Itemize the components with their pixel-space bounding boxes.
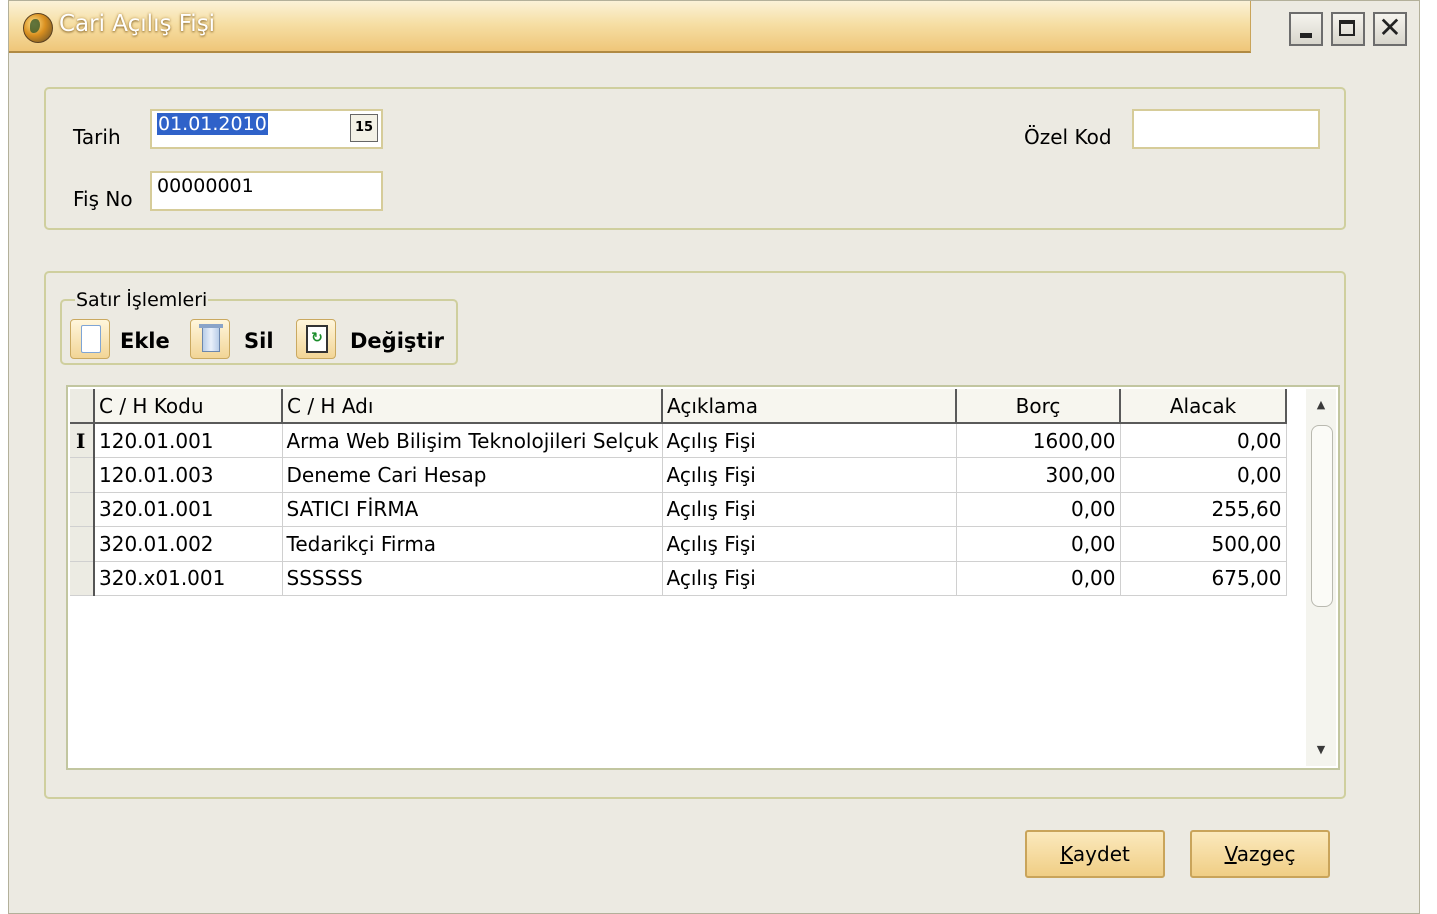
cell-kod[interactable]: 320.01.002	[94, 526, 283, 562]
cell-borc[interactable]: 0,00	[956, 526, 1121, 562]
column-header-aciklama[interactable]: Açıklama	[662, 389, 957, 424]
cell-ad[interactable]: Arma Web Bilişim Teknolojileri Selçuk Nu	[282, 423, 663, 458]
cell-aciklama[interactable]: Açılış Fişi	[662, 423, 957, 458]
table-row[interactable]: I 120.01.001 Arma Web Bilişim Teknolojil…	[70, 423, 1287, 458]
text-cursor-icon: I	[76, 428, 86, 453]
edit-document-icon: ↻	[296, 319, 336, 359]
cell-alacak[interactable]: 255,60	[1120, 492, 1287, 527]
cell-alacak[interactable]: 0,00	[1120, 423, 1287, 458]
row-indicator[interactable]	[70, 561, 95, 596]
kaydet-label: aydet	[1072, 842, 1130, 866]
cell-borc[interactable]: 0,00	[956, 561, 1121, 596]
kaydet-mnemonic: K	[1060, 842, 1073, 866]
calendar-icon[interactable]: 15	[350, 114, 378, 142]
cell-kod[interactable]: 120.01.001	[94, 423, 283, 458]
header-group: Tarih 01.01.2010 15 Fiş No 00000001 Özel…	[44, 87, 1346, 230]
cell-kod[interactable]: 120.01.003	[94, 457, 283, 493]
cell-aciklama[interactable]: Açılış Fişi	[662, 492, 957, 527]
kaydet-button[interactable]: Kaydet	[1025, 830, 1165, 878]
column-header-kod[interactable]: C / H Kodu	[94, 389, 283, 424]
sil-label: Sil	[244, 329, 274, 353]
row-indicator[interactable]	[70, 492, 95, 527]
maximize-button[interactable]	[1331, 12, 1365, 46]
cell-borc[interactable]: 1600,00	[956, 423, 1121, 458]
lines-grid[interactable]: C / H Kodu C / H Adı Açıklama Borç Alaca…	[66, 385, 1340, 770]
cell-kod[interactable]: 320.x01.001	[94, 561, 283, 596]
minimize-button[interactable]	[1289, 12, 1323, 46]
row-indicator[interactable]	[70, 457, 95, 493]
fisno-label: Fiş No	[73, 187, 133, 211]
fisno-field[interactable]: 00000001	[150, 171, 383, 211]
cell-ad[interactable]: SSSSSS	[282, 561, 663, 596]
table-row[interactable]: 120.01.003 Deneme Cari Hesap Açılış Fişi…	[70, 457, 1287, 493]
cell-kod[interactable]: 320.01.001	[94, 492, 283, 527]
cell-ad[interactable]: Deneme Cari Hesap	[282, 457, 663, 493]
main-window: Cari Açılış Fişi ✕ Tarih 01.01.2010 15 F…	[8, 0, 1420, 914]
vertical-scrollbar[interactable]: ▲ ▼	[1306, 389, 1336, 766]
row-indicator[interactable]: I	[70, 423, 95, 458]
cell-alacak[interactable]: 0,00	[1120, 457, 1287, 493]
table-row[interactable]: 320.x01.001 SSSSSS Açılış Fişi 0,00 675,…	[70, 561, 1287, 596]
degistir-button[interactable]: ↻ Değiştir	[296, 319, 446, 361]
column-header-ad[interactable]: C / H Adı	[282, 389, 663, 424]
grid-table: C / H Kodu C / H Adı Açıklama Borç Alaca…	[70, 389, 1287, 596]
cell-alacak[interactable]: 675,00	[1120, 561, 1287, 596]
table-row[interactable]: 320.01.001 SATICI FİRMA Açılış Fişi 0,00…	[70, 492, 1287, 527]
cell-borc[interactable]: 0,00	[956, 492, 1121, 527]
window-title: Cari Açılış Fişi	[59, 11, 216, 37]
cell-alacak[interactable]: 500,00	[1120, 526, 1287, 562]
tarih-value: 01.01.2010	[157, 113, 268, 135]
tarih-label: Tarih	[73, 125, 121, 149]
grid-header-row: C / H Kodu C / H Adı Açıklama Borç Alaca…	[70, 389, 1287, 424]
trash-icon	[190, 319, 230, 359]
degistir-label: Değiştir	[350, 329, 444, 353]
ozelkod-field[interactable]	[1132, 109, 1320, 149]
vazgec-button[interactable]: Vazgeç	[1190, 830, 1330, 878]
cell-aciklama[interactable]: Açılış Fişi	[662, 561, 957, 596]
cell-borc[interactable]: 300,00	[956, 457, 1121, 493]
vazgec-mnemonic: V	[1224, 842, 1237, 866]
vazgec-label: azgeç	[1236, 842, 1296, 866]
scroll-down-icon[interactable]: ▼	[1309, 738, 1333, 762]
cell-aciklama[interactable]: Açılış Fişi	[662, 526, 957, 562]
cell-ad[interactable]: Tedarikçi Firma	[282, 526, 663, 562]
row-operations-legend: Satır İşlemleri	[75, 289, 209, 311]
title-bar[interactable]: Cari Açılış Fişi	[9, 1, 1251, 53]
column-header-borc[interactable]: Borç	[956, 389, 1121, 424]
column-header-alacak[interactable]: Alacak	[1120, 389, 1287, 424]
scroll-thumb[interactable]	[1311, 425, 1333, 607]
ekle-label: Ekle	[120, 329, 170, 353]
new-page-icon	[70, 319, 110, 359]
ekle-button[interactable]: Ekle	[70, 319, 170, 361]
scroll-up-icon[interactable]: ▲	[1309, 393, 1333, 417]
row-indicator-header	[70, 389, 95, 424]
cell-ad[interactable]: SATICI FİRMA	[282, 492, 663, 527]
globe-icon	[23, 13, 53, 43]
sil-button[interactable]: Sil	[190, 319, 276, 361]
row-indicator[interactable]	[70, 526, 95, 562]
cell-aciklama[interactable]: Açılış Fişi	[662, 457, 957, 493]
tarih-field[interactable]: 01.01.2010 15	[150, 109, 383, 149]
ozelkod-label: Özel Kod	[1024, 125, 1112, 149]
table-row[interactable]: 320.01.002 Tedarikçi Firma Açılış Fişi 0…	[70, 526, 1287, 562]
close-button[interactable]: ✕	[1373, 12, 1407, 46]
row-operations-fieldset: Satır İşlemleri Ekle Sil ↻ Değiştir	[60, 289, 458, 365]
